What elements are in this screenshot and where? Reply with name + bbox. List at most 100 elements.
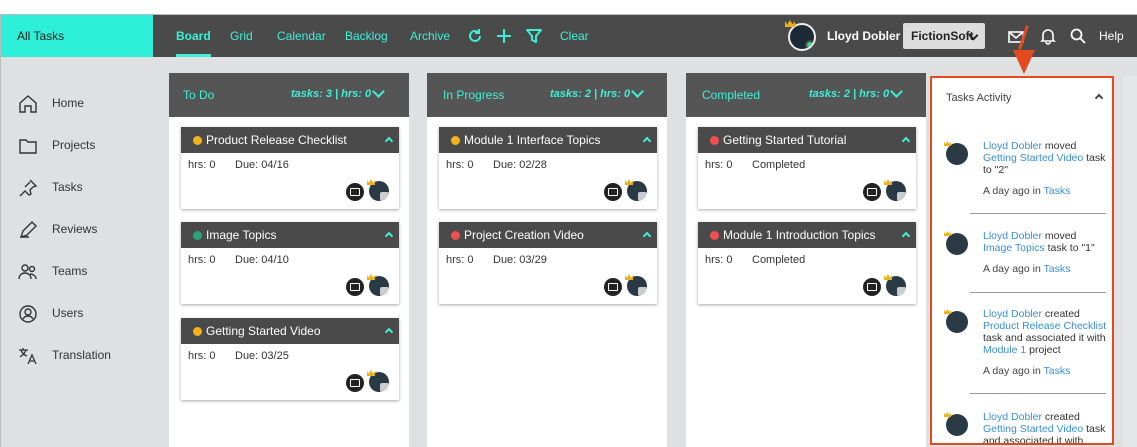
scrollbar[interactable] (1123, 75, 1137, 447)
activity-text: task to "1" (1044, 242, 1095, 254)
task-card[interactable]: Module 1 Interface Topics hrs: 0 Due: 02… (439, 127, 657, 209)
priority-dot (710, 136, 719, 145)
sidebar-item-users[interactable]: Users (1, 299, 153, 329)
sidebar-item-teams[interactable]: Teams (1, 257, 153, 287)
task-hours: hrs: 0 (188, 350, 216, 362)
task-link[interactable]: Product Release Checklist (983, 320, 1106, 332)
chevron-up-icon[interactable] (1094, 93, 1104, 103)
tasks-link[interactable]: Tasks (1044, 185, 1071, 197)
task-title[interactable]: Project Creation Video (464, 228, 584, 242)
tab-archive[interactable]: Archive (410, 15, 450, 57)
chevron-up-icon[interactable] (384, 136, 394, 146)
crown-icon (944, 231, 951, 236)
sidebar-item-reviews[interactable]: Reviews (1, 215, 153, 245)
activity-time: A day ago in (983, 365, 1044, 377)
bell-icon[interactable] (1039, 27, 1057, 45)
crown-icon (944, 412, 951, 417)
activity-title: Tasks Activity (946, 92, 1012, 104)
column-title: In Progress (443, 88, 505, 102)
folder-icon[interactable] (346, 374, 364, 392)
chevron-up-icon[interactable] (384, 327, 394, 337)
task-card[interactable]: Getting Started Video hrs: 0 Due: 03/25 (181, 318, 399, 400)
company-select[interactable]: FictionSoft (903, 23, 985, 49)
column-header: To Do tasks: 3 | hrs: 0 (169, 73, 409, 117)
task-card[interactable]: Project Creation Video hrs: 0 Due: 03/29 (439, 222, 657, 304)
task-title[interactable]: Image Topics (206, 228, 276, 242)
activity-text: task and associated it with (983, 332, 1106, 344)
chevron-up-icon[interactable] (901, 231, 911, 241)
column-stats: tasks: 2 | hrs: 0 (550, 88, 631, 100)
task-hours: hrs: 0 (705, 159, 733, 171)
crown-icon (367, 179, 375, 185)
tasks-link[interactable]: Tasks (1044, 365, 1071, 377)
task-title[interactable]: Product Release Checklist (206, 133, 347, 147)
chevron-up-icon[interactable] (384, 231, 394, 241)
tab-calendar[interactable]: Calendar (277, 15, 326, 57)
task-card[interactable]: Getting Started Tutorial hrs: 0 Complete… (698, 127, 916, 209)
folder-icon[interactable] (604, 183, 622, 201)
folder-icon[interactable] (346, 278, 364, 296)
task-card[interactable]: Module 1 Introduction Topics hrs: 0 Comp… (698, 222, 916, 304)
folder-icon[interactable] (346, 183, 364, 201)
folder-icon[interactable] (863, 278, 881, 296)
plus-icon[interactable] (495, 27, 513, 45)
folder-icon[interactable] (863, 183, 881, 201)
task-hours: hrs: 0 (705, 254, 733, 266)
column-header: In Progress tasks: 2 | hrs: 0 (427, 73, 667, 117)
user-link[interactable]: Lloyd Dobler (983, 140, 1042, 152)
clear-button[interactable]: Clear (560, 15, 589, 57)
folder-icon[interactable] (604, 278, 622, 296)
chevron-down-icon[interactable] (890, 85, 903, 98)
sidebar-item-projects[interactable]: Projects (1, 131, 153, 161)
tasks-link[interactable]: Tasks (1044, 263, 1071, 275)
priority-dot (193, 231, 202, 240)
tasks-activity-panel: Tasks Activity Lloyd Dobler moved Gettin… (930, 76, 1114, 445)
sidebar: Home Projects Tasks Reviews Teams Users … (1, 57, 153, 447)
chevron-up-icon[interactable] (642, 231, 652, 241)
help-link[interactable]: Help (1099, 15, 1124, 57)
task-title[interactable]: Getting Started Video (206, 324, 321, 338)
task-title[interactable]: Getting Started Tutorial (723, 133, 846, 147)
user-name[interactable]: Lloyd Dobler (827, 15, 900, 57)
task-due: Due: 03/25 (235, 350, 289, 362)
folder-icon (19, 139, 37, 154)
sidebar-item-home[interactable]: Home (1, 89, 153, 119)
task-card[interactable]: Product Release Checklist hrs: 0 Due: 04… (181, 127, 399, 209)
tab-board[interactable]: Board (176, 15, 211, 57)
task-link[interactable]: Getting Started Video (983, 152, 1083, 164)
user-avatar[interactable] (788, 23, 816, 51)
task-due: Due: 02/28 (493, 159, 547, 171)
project-link[interactable]: Module 1 (983, 344, 1026, 356)
refresh-icon[interactable] (466, 27, 484, 45)
home-icon (19, 95, 37, 113)
task-title[interactable]: Module 1 Interface Topics (464, 133, 601, 147)
chevron-up-icon[interactable] (901, 136, 911, 146)
user-link[interactable]: Lloyd Dobler (983, 230, 1042, 242)
task-link[interactable]: Image Topics (983, 242, 1045, 254)
chevron-down-icon[interactable] (631, 85, 644, 98)
activity-verb: moved (1041, 140, 1077, 152)
tab-backlog[interactable]: Backlog (345, 15, 388, 57)
activity-entry: Lloyd Dobler moved Image Topics task to … (944, 230, 1104, 280)
task-link[interactable]: Getting Started Video (983, 423, 1083, 435)
sidebar-item-tasks[interactable]: Tasks (1, 173, 153, 203)
avatar (946, 414, 968, 436)
user-icon (19, 305, 37, 323)
tab-grid[interactable]: Grid (230, 15, 253, 57)
crown-icon (944, 141, 951, 146)
filter-icon[interactable] (525, 27, 543, 45)
search-icon[interactable] (1069, 27, 1087, 45)
chevron-down-icon[interactable] (372, 85, 385, 98)
user-link[interactable]: Lloyd Dobler (983, 411, 1042, 423)
divider (970, 213, 1106, 214)
priority-dot (710, 231, 719, 240)
crown-icon (625, 179, 633, 185)
sidebar-item-translation[interactable]: Translation (1, 341, 153, 371)
all-tasks-header[interactable]: All Tasks (1, 15, 153, 57)
task-title[interactable]: Module 1 Introduction Topics (723, 228, 876, 242)
chevron-up-icon[interactable] (642, 136, 652, 146)
app-frame: All Tasks Board Grid Calendar Backlog Ar… (0, 14, 1137, 447)
task-card[interactable]: Image Topics hrs: 0 Due: 04/10 (181, 222, 399, 304)
user-link[interactable]: Lloyd Dobler (983, 308, 1042, 320)
priority-dot (193, 327, 202, 336)
